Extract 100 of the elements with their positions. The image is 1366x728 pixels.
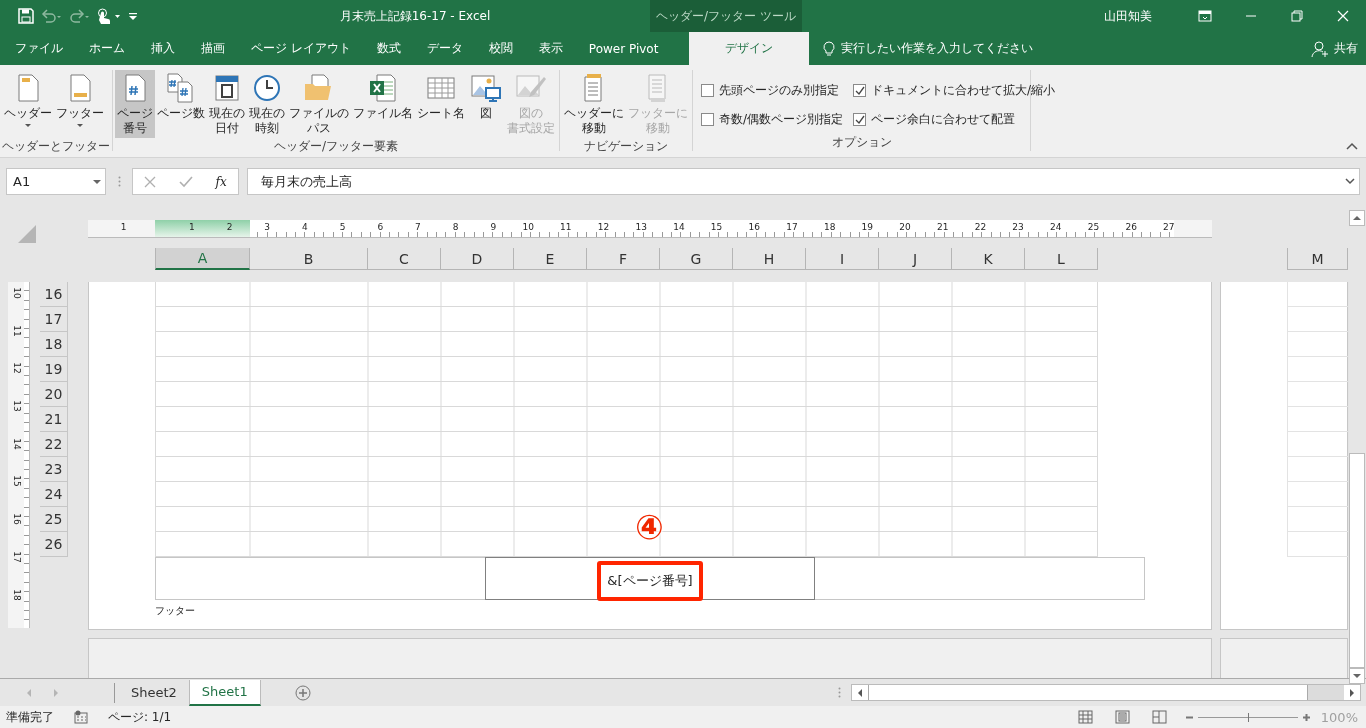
restore-icon[interactable] xyxy=(1290,9,1304,23)
group-label: ナビゲーション xyxy=(583,138,669,155)
user-name[interactable]: 山田知美 xyxy=(1104,7,1152,25)
column-header[interactable]: I xyxy=(806,248,879,270)
ruler-number: 11 xyxy=(560,222,572,234)
column-header[interactable]: K xyxy=(952,248,1025,270)
row-header[interactable]: 24 xyxy=(40,482,68,507)
zoom-in-icon[interactable] xyxy=(1301,712,1311,722)
undo-icon[interactable] xyxy=(40,8,62,24)
caret-icon[interactable] xyxy=(76,121,84,129)
normal-view-icon[interactable] xyxy=(1077,710,1093,724)
scroll-up-icon[interactable] xyxy=(1353,215,1361,221)
ribbon-button[interactable]: フッター xyxy=(54,70,106,138)
column-header[interactable]: C xyxy=(368,248,441,270)
collapse-ribbon-icon[interactable] xyxy=(1346,142,1358,150)
save-icon[interactable] xyxy=(18,8,34,24)
row-header[interactable]: 18 xyxy=(40,332,68,357)
expand-caret-icon[interactable] xyxy=(1345,178,1355,185)
row-header[interactable]: 16 xyxy=(40,282,68,307)
ribbon-tab[interactable]: 数式 xyxy=(363,32,414,65)
ribbon-tab[interactable]: 表示 xyxy=(525,32,576,65)
scroll-thumb[interactable] xyxy=(1349,453,1365,668)
ribbon-tab[interactable]: 校閲 xyxy=(475,32,526,65)
ribbon-button[interactable]: ヘッダーに 移動 xyxy=(562,70,626,138)
customize-caret-icon[interactable] xyxy=(128,11,138,21)
ribbon-button[interactable]: ファイルの パス xyxy=(287,70,351,138)
column-header[interactable]: G xyxy=(660,248,733,270)
ruler-number: 6 xyxy=(377,222,384,234)
ribbon-button[interactable]: シート名 xyxy=(415,70,467,138)
ribbon-tab[interactable]: ページ レイアウト xyxy=(238,32,364,65)
column-header[interactable]: B xyxy=(250,248,368,270)
row-header[interactable]: 21 xyxy=(40,407,68,432)
spreadsheet-file-icon[interactable] xyxy=(367,72,399,104)
ruler-number: 26 xyxy=(1125,222,1137,234)
row-header[interactable]: 22 xyxy=(40,432,68,457)
row-header[interactable]: 25 xyxy=(40,507,68,532)
row-header[interactable]: 17 xyxy=(40,307,68,332)
caret-icon[interactable] xyxy=(24,121,32,129)
cell-grid[interactable] xyxy=(155,282,1098,557)
tell-me-field[interactable]: 実行したい作業を入力してください xyxy=(841,40,1034,57)
column-header[interactable]: A xyxy=(155,248,250,270)
ribbon-button[interactable]: ヘッダー xyxy=(2,70,54,138)
ribbon-display-icon[interactable] xyxy=(1198,9,1212,23)
ribbon-tab[interactable]: ファイル xyxy=(2,32,76,65)
column-header[interactable]: E xyxy=(514,248,587,270)
dropdown-caret-icon[interactable] xyxy=(93,178,101,185)
ribbon-button[interactable]: 現在の 日付 xyxy=(207,70,247,138)
ribbon-button[interactable]: 現在の 時刻 xyxy=(247,70,287,138)
scroll-thumb[interactable] xyxy=(867,685,1308,700)
contextual-tab-header: ヘッダー/フッター ツール xyxy=(650,0,802,32)
ribbon-tab[interactable]: 挿入 xyxy=(138,32,188,65)
ribbon-tab[interactable]: ホーム xyxy=(76,32,138,65)
scroll-left-icon[interactable] xyxy=(856,688,863,697)
row-header[interactable]: 23 xyxy=(40,457,68,482)
footer-area[interactable]: &[ページ番号] xyxy=(155,557,1145,600)
clock-icon[interactable] xyxy=(251,72,283,104)
cancel-icon[interactable] xyxy=(144,175,157,188)
row-header[interactable]: 26 xyxy=(40,532,68,557)
ribbon-button[interactable]: 図 xyxy=(467,70,505,138)
ruler-number: 16 xyxy=(11,513,22,525)
column-header[interactable]: D xyxy=(441,248,514,270)
ribbon-tab[interactable]: Power Pivot xyxy=(575,32,672,65)
add-sheet-icon[interactable] xyxy=(294,684,311,701)
group-label: ヘッダー/フッター要素 xyxy=(272,138,399,155)
checkbox[interactable]: ページ余白に合わせて配置 xyxy=(853,111,1056,128)
column-header[interactable]: F xyxy=(587,248,660,270)
page-layout-view-icon[interactable] xyxy=(1114,710,1130,724)
ruler-number: 17 xyxy=(786,222,798,234)
check-icon[interactable] xyxy=(178,175,193,188)
name-box[interactable]: A1 xyxy=(6,168,106,195)
sheet-tab[interactable]: Sheet1 xyxy=(188,679,261,706)
page-break-view-icon[interactable] xyxy=(1151,710,1167,724)
insert-function-button[interactable]: fx xyxy=(215,174,227,189)
ribbon-button[interactable]: ファイル名 xyxy=(351,70,415,138)
ribbon-button[interactable]: ページ数 xyxy=(155,70,207,138)
ribbon-tab[interactable]: データ xyxy=(413,32,476,65)
sheet-tab[interactable]: Sheet2 xyxy=(119,679,189,706)
ribbon-tab[interactable]: 描画 xyxy=(188,32,238,65)
column-header[interactable]: H xyxy=(733,248,806,270)
column-header[interactable]: L xyxy=(1025,248,1098,270)
macro-record-icon[interactable] xyxy=(74,710,88,724)
checkbox[interactable]: 先頭ページのみ別指定 xyxy=(701,82,844,99)
grip-icon xyxy=(838,687,842,698)
close-icon[interactable] xyxy=(1336,9,1350,23)
ribbon-button[interactable]: ページ 番号 xyxy=(115,70,155,138)
share-button[interactable]: 共有 xyxy=(1334,40,1358,57)
ribbon-tab[interactable]: デザイン xyxy=(689,32,810,65)
footer-section-center[interactable]: &[ページ番号] xyxy=(485,557,815,600)
row-header[interactable]: 19 xyxy=(40,357,68,382)
formula-field[interactable]: 毎月末の売上高 xyxy=(247,168,1360,195)
scroll-right-icon[interactable] xyxy=(1348,688,1355,697)
touch-mode-icon[interactable] xyxy=(96,7,122,25)
column-header[interactable]: M xyxy=(1287,248,1348,270)
picture-icon[interactable] xyxy=(470,72,502,104)
row-header[interactable]: 20 xyxy=(40,382,68,407)
redo-icon[interactable] xyxy=(68,8,90,24)
column-header[interactable]: J xyxy=(879,248,952,270)
checkbox[interactable]: ドキュメントに合わせて拡大/縮小 xyxy=(853,82,1056,99)
cell-grid[interactable] xyxy=(1287,282,1349,557)
checkbox[interactable]: 奇数/偶数ページ別指定 xyxy=(701,111,844,128)
